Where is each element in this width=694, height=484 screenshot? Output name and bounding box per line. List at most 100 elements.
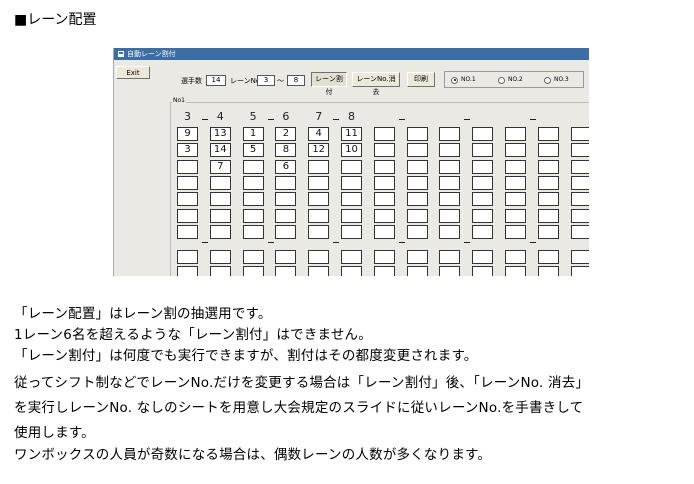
lane-cell[interactable] <box>341 208 362 223</box>
lane-cell-lower[interactable] <box>570 250 589 264</box>
lane-cell[interactable] <box>472 127 494 141</box>
lane-cell[interactable]: 4 <box>308 127 330 141</box>
lane-cell[interactable] <box>373 175 395 190</box>
lane-cell[interactable] <box>373 224 395 239</box>
lane-cell-lower[interactable] <box>505 250 526 264</box>
lane-cell[interactable] <box>537 127 559 141</box>
lane-cell[interactable] <box>275 175 297 190</box>
lane-cell[interactable] <box>242 208 264 223</box>
lane-cell-lower[interactable] <box>308 250 330 264</box>
lane-cell[interactable] <box>537 192 559 207</box>
lane-cell-lower[interactable] <box>177 266 198 276</box>
entrants-field[interactable]: 14 <box>206 75 226 86</box>
lane-cell[interactable] <box>472 175 494 190</box>
lane-cell-lower[interactable] <box>373 266 395 276</box>
lane-cell[interactable]: 6 <box>275 159 297 174</box>
lane-cell[interactable] <box>439 175 461 190</box>
lane-cell[interactable] <box>242 224 264 239</box>
lane-cell[interactable] <box>472 143 494 158</box>
lane-cell-lower[interactable] <box>341 250 362 264</box>
lane-cell[interactable]: 7 <box>209 159 231 174</box>
lane-cell[interactable] <box>505 175 526 190</box>
lane-cell[interactable] <box>406 159 428 174</box>
lane-cell-lower[interactable] <box>439 250 461 264</box>
exit-button[interactable]: Exit <box>116 66 150 79</box>
lane-cell[interactable]: 5 <box>242 143 264 158</box>
lane-cell-lower[interactable] <box>537 250 559 264</box>
lane-cell-lower[interactable] <box>177 250 198 264</box>
lane-cell[interactable] <box>505 143 526 158</box>
lane-cell[interactable] <box>537 175 559 190</box>
lane-cell-lower[interactable] <box>275 250 297 264</box>
lane-cell[interactable] <box>505 224 526 239</box>
lane-cell[interactable] <box>439 159 461 174</box>
lane-cell[interactable]: 9 <box>177 127 198 141</box>
lane-cell[interactable] <box>373 143 395 158</box>
lane-cell[interactable] <box>505 159 526 174</box>
lane-cell[interactable] <box>505 192 526 207</box>
lane-cell[interactable] <box>537 143 559 158</box>
lane-cell[interactable] <box>406 175 428 190</box>
lane-cell[interactable] <box>537 208 559 223</box>
radio-no1[interactable]: NO.1 <box>451 75 476 85</box>
lane-from-field[interactable]: 3 <box>257 75 275 86</box>
lane-cell[interactable] <box>209 175 231 190</box>
lane-cell[interactable] <box>570 208 589 223</box>
lane-cell[interactable] <box>308 192 330 207</box>
lane-cell-lower[interactable] <box>406 250 428 264</box>
lane-cell[interactable]: 10 <box>341 143 362 158</box>
lane-cell[interactable] <box>472 192 494 207</box>
lane-cell[interactable] <box>439 192 461 207</box>
lane-cell[interactable] <box>209 224 231 239</box>
assign-lanes-button[interactable]: レーン割付 <box>311 72 347 96</box>
lane-cell[interactable] <box>570 175 589 190</box>
lane-cell[interactable] <box>439 143 461 158</box>
lane-cell-lower[interactable] <box>373 250 395 264</box>
lane-cell[interactable] <box>177 175 198 190</box>
lane-cell[interactable] <box>439 127 461 141</box>
lane-cell[interactable] <box>242 192 264 207</box>
lane-cell[interactable] <box>341 224 362 239</box>
lane-cell[interactable] <box>373 159 395 174</box>
lane-cell[interactable] <box>308 175 330 190</box>
lane-cell-lower[interactable] <box>406 266 428 276</box>
lane-to-field[interactable]: 8 <box>287 75 305 86</box>
lane-cell[interactable] <box>177 192 198 207</box>
lane-cell[interactable] <box>570 159 589 174</box>
lane-cell[interactable] <box>308 224 330 239</box>
lane-cell[interactable] <box>373 192 395 207</box>
lane-cell[interactable] <box>341 175 362 190</box>
lane-cell[interactable] <box>472 208 494 223</box>
lane-cell-lower[interactable] <box>439 266 461 276</box>
lane-cell[interactable]: 3 <box>177 143 198 158</box>
lane-cell[interactable] <box>406 143 428 158</box>
lane-cell[interactable] <box>275 192 297 207</box>
lane-cell[interactable] <box>570 224 589 239</box>
lane-cell[interactable] <box>177 224 198 239</box>
lane-cell[interactable] <box>472 159 494 174</box>
lane-cell[interactable] <box>209 192 231 207</box>
lane-cell[interactable] <box>341 192 362 207</box>
lane-cell-lower[interactable] <box>341 266 362 276</box>
lane-cell[interactable] <box>308 208 330 223</box>
lane-cell[interactable] <box>406 208 428 223</box>
lane-cell-lower[interactable] <box>537 266 559 276</box>
lane-cell[interactable] <box>505 127 526 141</box>
lane-cell[interactable] <box>406 192 428 207</box>
lane-cell-lower[interactable] <box>242 266 264 276</box>
lane-cell[interactable]: 1 <box>242 127 264 141</box>
lane-cell[interactable] <box>308 159 330 174</box>
lane-cell[interactable] <box>242 159 264 174</box>
lane-cell-lower[interactable] <box>505 266 526 276</box>
lane-cell-lower[interactable] <box>308 266 330 276</box>
radio-no2[interactable]: NO.2 <box>498 75 523 85</box>
lane-cell-lower[interactable] <box>209 250 231 264</box>
lane-cell-lower[interactable] <box>472 250 494 264</box>
lane-cell[interactable] <box>439 208 461 223</box>
lane-cell[interactable] <box>406 127 428 141</box>
lane-cell[interactable]: 12 <box>308 143 330 158</box>
lane-cell[interactable] <box>373 127 395 141</box>
lane-cell[interactable]: 14 <box>209 143 231 158</box>
lane-cell[interactable] <box>406 224 428 239</box>
lane-cell[interactable] <box>177 159 198 174</box>
